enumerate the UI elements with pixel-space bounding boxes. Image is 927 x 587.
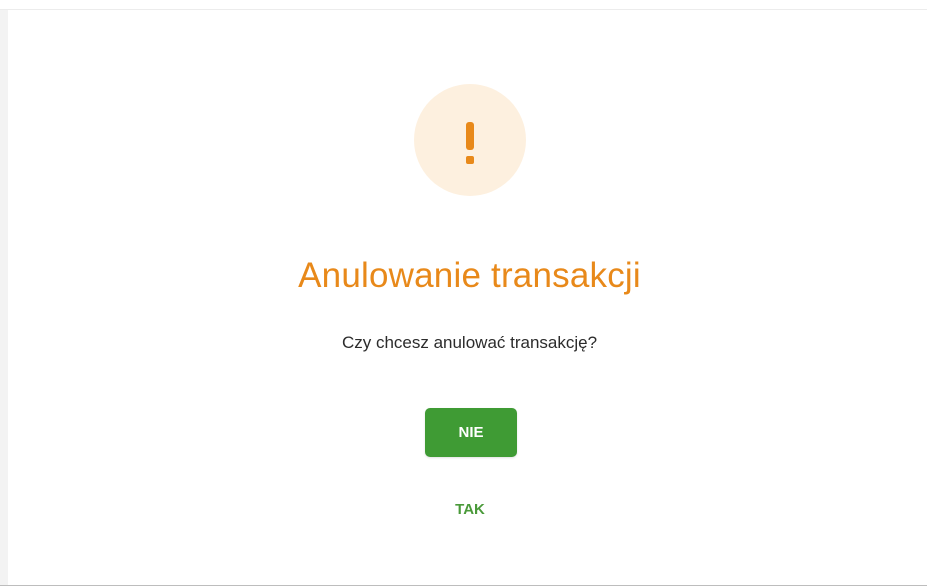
cancel-transaction-dialog: Anulowanie transakcji Czy chcesz anulowa…: [0, 10, 927, 585]
dialog-title: Anulowanie transakcji: [298, 256, 641, 295]
exclamation-warning-icon: [466, 122, 474, 164]
warning-badge: [414, 84, 526, 196]
no-button[interactable]: NIE: [425, 408, 517, 457]
dialog-message: Czy chcesz anulować transakcję?: [341, 333, 598, 352]
dialog-frame: Anulowanie transakcji Czy chcesz anulowa…: [0, 9, 927, 586]
yes-button[interactable]: TAK: [420, 498, 520, 522]
